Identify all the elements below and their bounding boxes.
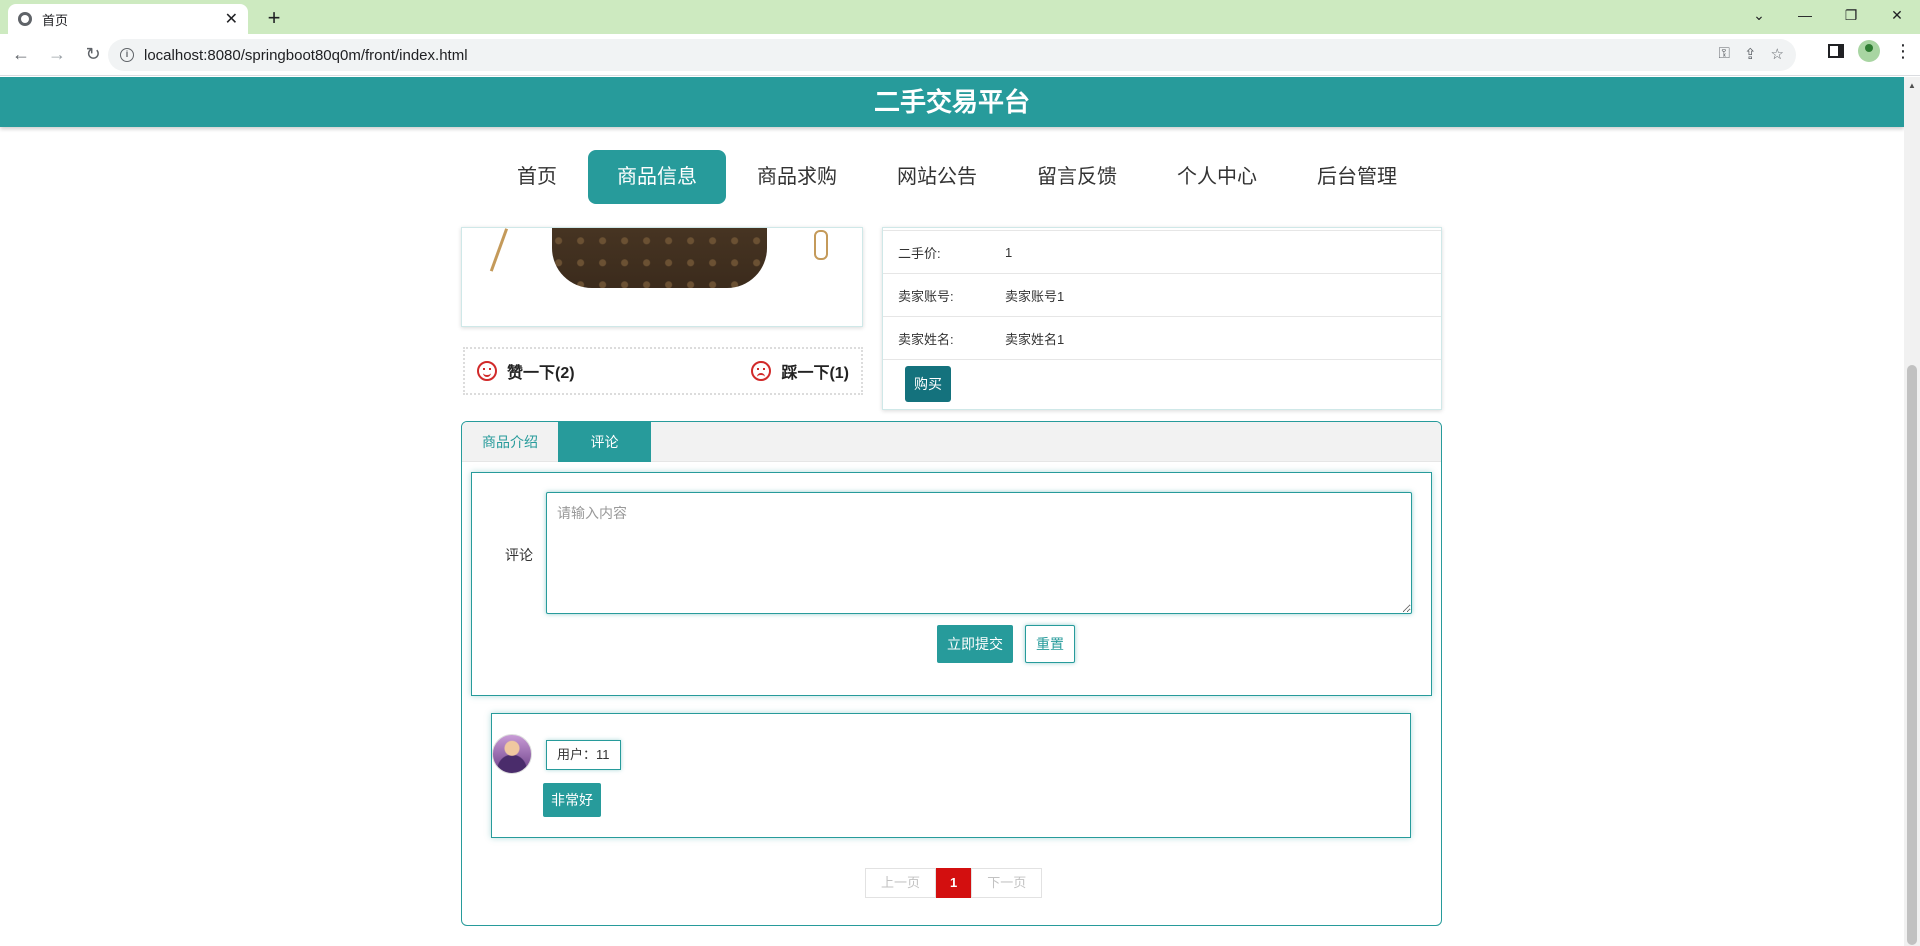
window-controls: ⌄ — ❐ ✕ bbox=[1736, 0, 1920, 30]
profile-icon[interactable] bbox=[1858, 40, 1880, 62]
comment-input[interactable] bbox=[546, 492, 1412, 614]
page-viewport: 二手交易平台 首页 商品信息 商品求购 网站公告 留言反馈 个人中心 后台管理 … bbox=[0, 77, 1904, 946]
main-nav: 首页 商品信息 商品求购 网站公告 留言反馈 个人中心 后台管理 bbox=[0, 150, 1904, 204]
toolbar-right: ⋮ bbox=[1828, 40, 1912, 62]
comment-text: 非常好 bbox=[543, 783, 601, 817]
product-info-card: 二手价: 1 卖家账号: 卖家账号1 卖家姓名: 卖家姓名1 购买 bbox=[882, 227, 1442, 410]
share-icon[interactable]: ⇪ bbox=[1744, 45, 1757, 63]
comment-user: 用户：11 bbox=[546, 740, 621, 770]
close-icon[interactable]: ✕ bbox=[225, 9, 238, 29]
tab-comments[interactable]: 评论 bbox=[558, 422, 651, 462]
bag-image bbox=[552, 228, 767, 288]
dislike-label: 踩一下(1) bbox=[781, 365, 849, 382]
side-panel-icon[interactable] bbox=[1828, 44, 1844, 58]
chevron-down-icon[interactable]: ⌄ bbox=[1736, 0, 1782, 30]
nav-products[interactable]: 商品信息 bbox=[588, 150, 726, 204]
site-title: 二手交易平台 bbox=[0, 77, 1904, 127]
like-label: 赞一下(2) bbox=[507, 365, 575, 382]
reset-button[interactable]: 重置 bbox=[1025, 625, 1075, 663]
nav-feedback[interactable]: 留言反馈 bbox=[1008, 150, 1146, 204]
minimize-icon[interactable]: — bbox=[1782, 0, 1828, 30]
tabs-header: 商品介绍 评论 bbox=[462, 422, 1441, 462]
browser-tab[interactable]: 首页 ✕ bbox=[8, 4, 248, 34]
scroll-thumb[interactable] bbox=[1907, 365, 1917, 945]
page-scrollbar[interactable]: ▲ bbox=[1904, 77, 1920, 946]
detail-row: 二手价: 1 bbox=[883, 231, 1441, 274]
omnibox-icons: ⚿ ⇪ ☆ bbox=[1719, 45, 1784, 63]
smile-icon bbox=[477, 361, 497, 381]
browser-tab-strip: 首页 ✕ + ⌄ — ❐ ✕ bbox=[0, 0, 1920, 34]
browser-toolbar: ← → ↻ i localhost:8080/springboot80q0m/f… bbox=[0, 34, 1920, 76]
new-tab-icon[interactable]: + bbox=[260, 4, 288, 32]
frown-icon bbox=[751, 361, 772, 381]
avatar bbox=[492, 734, 532, 774]
detail-value: 卖家姓名1 bbox=[1005, 331, 1065, 347]
detail-row: 卖家账号: 卖家账号1 bbox=[883, 274, 1441, 317]
detail-label: 二手价: bbox=[898, 245, 941, 261]
address-bar[interactable]: i localhost:8080/springboot80q0m/front/i… bbox=[108, 39, 1796, 71]
nav-home[interactable]: 首页 bbox=[488, 150, 586, 204]
back-icon[interactable]: ← bbox=[6, 40, 36, 70]
tab-title: 首页 bbox=[42, 12, 69, 28]
prev-page-button[interactable]: 上一页 bbox=[865, 868, 937, 898]
buy-button[interactable]: 购买 bbox=[905, 366, 951, 402]
close-window-icon[interactable]: ✕ bbox=[1874, 0, 1920, 30]
dislike-button[interactable]: 踩一下(1) bbox=[751, 359, 849, 383]
comment-label: 评论 bbox=[505, 547, 533, 563]
submit-button[interactable]: 立即提交 bbox=[937, 625, 1013, 663]
nav-profile[interactable]: 个人中心 bbox=[1148, 150, 1286, 204]
star-icon[interactable]: ☆ bbox=[1771, 45, 1784, 63]
bag-strap-right bbox=[814, 230, 828, 260]
info-icon[interactable]: i bbox=[120, 48, 134, 62]
detail-label: 卖家账号: bbox=[898, 288, 954, 304]
nav-announcements[interactable]: 网站公告 bbox=[868, 150, 1006, 204]
next-page-button[interactable]: 下一页 bbox=[971, 868, 1043, 898]
detail-row: 卖家姓名: 卖家姓名1 bbox=[883, 317, 1441, 360]
detail-value: 1 bbox=[1005, 244, 1013, 260]
product-image bbox=[461, 227, 863, 327]
current-page[interactable]: 1 bbox=[936, 868, 972, 898]
comment-form: 评论 立即提交 重置 bbox=[471, 472, 1432, 696]
url-text[interactable]: localhost:8080/springboot80q0m/front/ind… bbox=[144, 47, 468, 64]
nav-admin[interactable]: 后台管理 bbox=[1288, 150, 1426, 204]
restore-icon[interactable]: ❐ bbox=[1828, 0, 1874, 30]
comment-item: 用户：11 非常好 bbox=[491, 713, 1411, 838]
vote-bar: 赞一下(2) 踩一下(1) bbox=[463, 347, 863, 395]
tab-intro[interactable]: 商品介绍 bbox=[462, 422, 558, 462]
reload-icon[interactable]: ↻ bbox=[78, 40, 108, 70]
key-icon[interactable]: ⚿ bbox=[1719, 45, 1730, 63]
detail-label: 卖家姓名: bbox=[898, 331, 954, 347]
globe-icon bbox=[18, 12, 32, 26]
bag-strap-left bbox=[489, 228, 523, 277]
nav-wanted[interactable]: 商品求购 bbox=[728, 150, 866, 204]
detail-value: 卖家账号1 bbox=[1005, 288, 1065, 304]
more-icon[interactable]: ⋮ bbox=[1894, 41, 1912, 62]
tabs-panel: 商品介绍 评论 评论 立即提交 重置 用户：11 非常好 上一页 1 下一页 bbox=[461, 421, 1442, 926]
like-button[interactable]: 赞一下(2) bbox=[477, 359, 575, 383]
scroll-up-icon[interactable]: ▲ bbox=[1908, 81, 1916, 90]
pagination: 上一页 1 下一页 bbox=[865, 868, 1043, 898]
forward-icon[interactable]: → bbox=[42, 40, 72, 70]
